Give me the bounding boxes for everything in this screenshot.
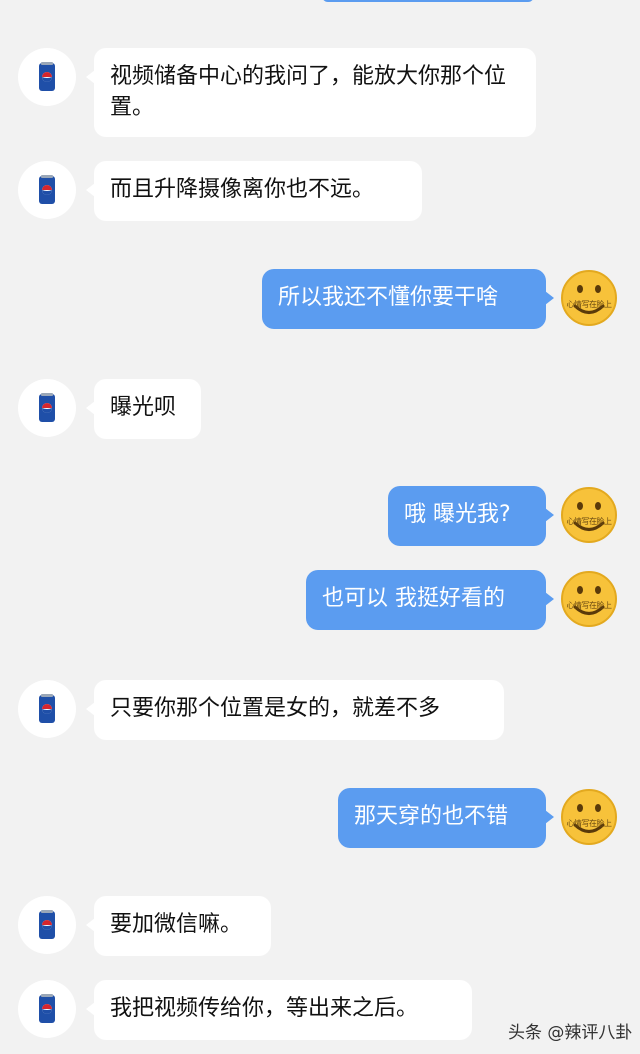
- watermark: 头条 @辣评八卦: [508, 1023, 633, 1043]
- message-bubble[interactable]: 那天穿的也不错: [338, 788, 554, 848]
- smiley-face-icon: [561, 487, 617, 543]
- contact-avatar[interactable]: [18, 680, 76, 738]
- smiley-face-icon: [561, 571, 617, 627]
- message-bubble[interactable]: 我把视频传给你，等出来之后。: [86, 980, 472, 1040]
- user-avatar[interactable]: 心情写在脸上: [560, 570, 618, 628]
- pepsi-can-icon: [39, 694, 55, 723]
- message-bubble[interactable]: 视频储备中心的我问了，能放大你那个位置。: [86, 48, 536, 137]
- message-bubble[interactable]: 而且升降摄像离你也不远。: [86, 161, 422, 221]
- avatar-caption: 心情写在脸上: [566, 819, 613, 828]
- message-bubble[interactable]: 曝光呗: [86, 379, 201, 439]
- contact-avatar[interactable]: [18, 48, 76, 106]
- chat-window: 视频储备中心的我问了，能放大你那个位置。 而且升降摄像离你也不远。 所以我还不懂…: [0, 0, 640, 1054]
- message-bubble[interactable]: 只要你那个位置是女的，就差不多: [86, 680, 504, 740]
- pepsi-can-icon: [39, 910, 55, 939]
- pepsi-can-icon: [39, 175, 55, 204]
- contact-avatar[interactable]: [18, 896, 76, 954]
- avatar-caption: 心情写在脸上: [566, 517, 613, 526]
- message-bubble[interactable]: 所以我还不懂你要干啥: [262, 269, 554, 329]
- pepsi-can-icon: [39, 994, 55, 1023]
- message-bubble[interactable]: 要加微信嘛。: [86, 896, 271, 956]
- contact-avatar[interactable]: [18, 161, 76, 219]
- contact-avatar[interactable]: [18, 980, 76, 1038]
- user-avatar[interactable]: 心情写在脸上: [560, 486, 618, 544]
- avatar-caption: 心情写在脸上: [566, 300, 613, 309]
- avatar-caption: 心情写在脸上: [566, 601, 613, 610]
- pepsi-can-icon: [39, 393, 55, 422]
- pepsi-can-icon: [39, 62, 55, 91]
- user-avatar[interactable]: 心情写在脸上: [560, 269, 618, 327]
- user-avatar[interactable]: 心情写在脸上: [560, 788, 618, 846]
- message-bubble[interactable]: 也可以 我挺好看的: [306, 570, 554, 630]
- previous-message-bubble: [322, 0, 534, 2]
- contact-avatar[interactable]: [18, 379, 76, 437]
- message-bubble[interactable]: 哦 曝光我?: [388, 486, 554, 546]
- smiley-face-icon: [561, 270, 617, 326]
- smiley-face-icon: [561, 789, 617, 845]
